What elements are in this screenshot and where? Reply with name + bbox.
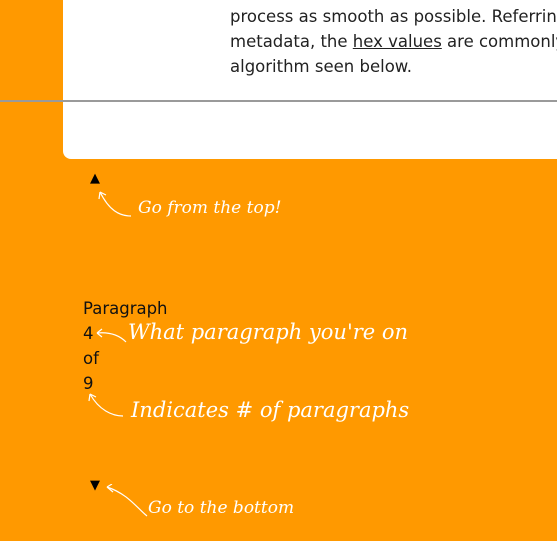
article-line-2-start: metadata, the — [230, 32, 353, 51]
page: process as smooth as possible. Referring… — [0, 0, 557, 541]
bottom-note-curl-icon — [106, 484, 148, 517]
article-line-2-end: are commonly — [441, 32, 557, 51]
bottom-note: Go to the bottom — [148, 498, 295, 518]
current-note-curl-icon — [96, 328, 127, 343]
article-text: process as smooth as possible. Referring… — [230, 4, 557, 79]
article-line-1: process as smooth as possible. Referring — [230, 7, 557, 26]
total-note-curl-icon — [88, 393, 124, 417]
paragraph-label: Paragraph — [83, 299, 168, 318]
scroll-to-top-button[interactable]: ▲ — [90, 172, 100, 185]
top-note: Go from the top! — [138, 198, 282, 218]
total-note: Indicates # of paragraphs — [131, 398, 410, 422]
current-note: What paragraph you're on — [128, 320, 409, 344]
article-line-3: algorithm seen below. — [230, 57, 413, 76]
scroll-to-bottom-button[interactable]: ▼ — [90, 479, 100, 492]
article-line-2: metadata, the hex values are commonly — [230, 29, 557, 54]
top-note-curl-icon — [98, 191, 132, 217]
paragraph-indicator: Paragraph 4 of 9 — [83, 296, 168, 396]
hex-values-link[interactable]: hex values — [353, 32, 442, 51]
of-label: of — [83, 349, 99, 368]
divider-line — [0, 100, 557, 102]
